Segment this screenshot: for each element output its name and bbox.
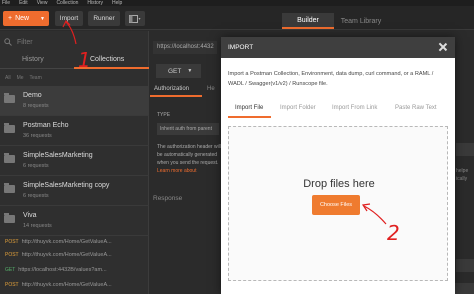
history-url: http://thuyvk.com/Home/GetValueA... <box>21 252 112 258</box>
tab-collections[interactable]: Collections <box>90 56 124 63</box>
folder-icon <box>4 183 15 193</box>
collection-item[interactable]: Demo 8 requests <box>0 86 149 116</box>
collection-count: 8 requests <box>23 103 49 109</box>
folder-icon <box>4 123 15 133</box>
history-method: GET <box>5 267 16 273</box>
history-item[interactable]: POST http://thuyvk.com/Home/GetValueA... <box>0 282 149 292</box>
search-icon <box>4 38 12 46</box>
sidebar-tabs: History Collections <box>0 52 149 69</box>
active-tab-indicator <box>74 67 149 69</box>
auth-description: The authorization header will be automat… <box>157 143 221 175</box>
collection-name: Postman Echo <box>23 122 69 129</box>
sort-me[interactable]: Me <box>17 75 24 81</box>
folder-icon <box>4 93 15 103</box>
collection-list: Demo 8 requests Postman Echo 36 requests… <box>0 86 149 236</box>
history-item[interactable]: GET https://localhost:4432B/values?am... <box>0 267 149 277</box>
help-text-line: helpe <box>456 168 469 174</box>
filter-placeholder: Filter <box>17 38 33 46</box>
runner-button[interactable]: Runner <box>88 11 120 26</box>
modal-header: IMPORT <box>221 37 455 58</box>
tab-paste-raw-text[interactable]: Paste Raw Text <box>395 105 437 111</box>
close-icon[interactable] <box>438 42 448 52</box>
auth-type-label: TYPE <box>157 112 171 118</box>
drop-files-text: Drop files here <box>303 178 375 190</box>
new-button-label: New <box>15 15 30 22</box>
collection-name: SimpleSalesMarketing <box>23 152 93 159</box>
folder-icon <box>4 213 15 223</box>
collection-name: Viva <box>23 212 37 219</box>
history-method: POST <box>5 239 19 245</box>
active-tab-indicator <box>150 95 202 97</box>
history-item[interactable]: POST http://thuyvk.com/Home/GetValueA... <box>0 239 149 249</box>
method-value: GET <box>168 67 182 75</box>
url-input[interactable]: https://localhost:4432 <box>153 41 217 54</box>
active-tab-indicator <box>228 116 271 118</box>
collection-sort-options: All Me Team <box>5 75 42 81</box>
plus-icon: + <box>8 15 13 22</box>
history-method: POST <box>5 282 19 288</box>
collection-count: 36 requests <box>23 133 52 139</box>
collection-count: 6 requests <box>23 193 49 199</box>
chevron-down-icon[interactable]: ▼ <box>40 16 45 22</box>
tab-headers[interactable]: He <box>207 86 215 92</box>
side-button[interactable] <box>456 143 474 156</box>
file-drop-zone[interactable]: Drop files here Choose Files <box>228 126 448 281</box>
history-url: https://localhost:4432B/values?am... <box>18 267 107 273</box>
history-item[interactable]: POST http://thuyvk.com/Home/GetValueA... <box>0 252 149 262</box>
sort-team[interactable]: Team <box>30 75 42 81</box>
modal-title: IMPORT <box>228 44 254 51</box>
layout-icon <box>129 14 141 23</box>
auth-type-select[interactable]: Inherit auth from parent <box>157 123 219 135</box>
import-tabs: Import File Import Folder Import From Li… <box>228 102 448 118</box>
tab-builder[interactable]: Builder <box>282 13 334 29</box>
tab-authorization[interactable]: Authorization <box>154 86 189 92</box>
collection-item[interactable]: SimpleSalesMarketing 6 requests <box>0 146 149 176</box>
sidebar: Filter History Collections All Me Team D… <box>0 31 149 294</box>
response-label: Response <box>153 195 183 202</box>
layout-toggle-button[interactable] <box>125 11 145 26</box>
toolbar: + New ▼ Import Runner Builder Team Libra… <box>0 6 474 30</box>
filter-field[interactable]: Filter <box>4 36 144 48</box>
import-button[interactable]: Import <box>55 11 83 26</box>
auth-description-text: The authorization header will be automat… <box>157 144 221 166</box>
collection-item[interactable]: SimpleSalesMarketing copy 6 requests <box>0 176 149 206</box>
tab-team-library[interactable]: Team Library <box>336 13 386 29</box>
folder-icon <box>4 153 15 163</box>
history-url: http://thuyvk.com/Home/GetValueA... <box>21 282 112 288</box>
tab-import-file[interactable]: Import File <box>235 105 263 111</box>
collection-count: 6 requests <box>23 163 49 169</box>
collection-item[interactable]: Postman Echo 36 requests <box>0 116 149 146</box>
history-method: POST <box>5 252 19 258</box>
collection-name: SimpleSalesMarketing copy <box>23 182 110 189</box>
new-button[interactable]: + New ▼ <box>3 11 49 26</box>
collection-name: Demo <box>23 92 42 99</box>
choose-files-button[interactable]: Choose Files <box>312 195 360 215</box>
import-modal: IMPORT Import a Postman Collection, Envi… <box>221 37 455 294</box>
history-url: http://thuyvk.com/Home/GetValueA... <box>21 239 112 245</box>
sort-all[interactable]: All <box>5 75 11 81</box>
chevron-down-icon: ▼ <box>187 68 193 74</box>
help-text: helpe ically <box>456 167 468 183</box>
learn-more-link[interactable]: Learn more about <box>157 168 196 174</box>
modal-description: Import a Postman Collection, Environment… <box>228 71 434 87</box>
method-select[interactable]: GET ▼ <box>156 64 201 78</box>
tab-import-folder[interactable]: Import Folder <box>280 105 316 111</box>
help-text-line: ically <box>456 176 468 182</box>
collection-count: 14 requests <box>23 223 52 229</box>
tab-history[interactable]: History <box>22 56 44 63</box>
collection-item[interactable]: Viva 14 requests <box>0 206 149 236</box>
side-button[interactable] <box>456 259 474 272</box>
tab-import-from-link[interactable]: Import From Link <box>332 105 377 111</box>
